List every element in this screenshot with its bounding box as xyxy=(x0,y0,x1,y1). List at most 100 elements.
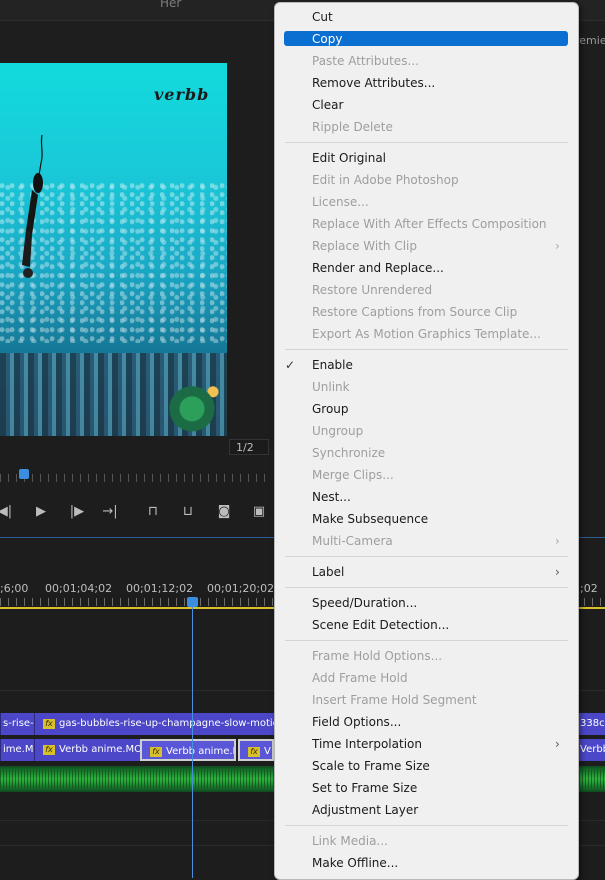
panel-tab-partial[interactable]: remie xyxy=(575,34,605,47)
step-back-icon[interactable]: ◀| xyxy=(0,496,16,528)
context-menu: Cut Copy Paste Attributes... Remove Attribu… xyxy=(274,2,579,880)
ruler-ticks xyxy=(0,474,272,482)
menu-item-field-options[interactable]: Field Options... xyxy=(275,711,578,733)
program-monitor-frame[interactable]: verbb xyxy=(0,63,227,436)
menu-item-label: Edit in Adobe Photoshop xyxy=(312,173,459,187)
menu-item-restore-unrendered: Restore Unrendered xyxy=(275,279,578,301)
menu-item-label: Nest... xyxy=(312,490,351,504)
menu-item-cut[interactable]: Cut xyxy=(275,6,578,28)
menu-item-restore-captions-from-source-clip: Restore Captions from Source Clip xyxy=(275,301,578,323)
menu-item-label: Speed/Duration... xyxy=(312,596,418,610)
menu-item-merge-clips: Merge Clips... xyxy=(275,464,578,486)
menu-item-insert-frame-hold-segment: Insert Frame Hold Segment xyxy=(275,689,578,711)
menu-item-set-to-frame-size[interactable]: Set to Frame Size xyxy=(275,777,578,799)
menu-item-label: Make Offline... xyxy=(312,856,399,870)
menu-item-group[interactable]: Group xyxy=(275,398,578,420)
timeline-clip-selected[interactable]: fx Verbb anime.M xyxy=(140,739,236,761)
timeline-clip[interactable]: s-rise- xyxy=(0,713,34,735)
menu-item-make-subsequence[interactable]: Make Subsequence xyxy=(275,508,578,530)
menu-item-remove-attributes[interactable]: Remove Attributes... xyxy=(275,72,578,94)
menu-item-label: Export As Motion Graphics Template... xyxy=(312,327,541,341)
menu-item-frame-hold-options: Frame Hold Options... xyxy=(275,645,578,667)
window-title: Her xyxy=(160,0,182,10)
menu-item-label: Copy xyxy=(312,32,343,46)
resolution-select[interactable]: 1/2 xyxy=(229,439,269,455)
timeline-clip[interactable]: fx Verbb anime.MOV xyxy=(34,739,140,761)
coral xyxy=(168,368,227,436)
menu-item-ungroup: Ungroup xyxy=(275,420,578,442)
menu-item-scene-edit-detection[interactable]: Scene Edit Detection... xyxy=(275,614,578,636)
timecode-label: ;02 xyxy=(580,582,598,595)
clip-name: Verbb a xyxy=(580,744,605,755)
menu-item-speed-duration[interactable]: Speed/Duration... xyxy=(275,592,578,614)
menu-item-add-frame-hold: Add Frame Hold xyxy=(275,667,578,689)
menu-item-edit-in-adobe-photoshop: Edit in Adobe Photoshop xyxy=(275,169,578,191)
monitor-playhead[interactable] xyxy=(19,469,29,479)
go-to-out-icon[interactable]: →| xyxy=(99,496,121,528)
menu-item-label: Replace With Clip xyxy=(312,239,418,253)
menu-separator xyxy=(285,825,568,826)
compare-icon[interactable]: ▣ xyxy=(248,496,270,528)
step-forward-icon[interactable]: |▶ xyxy=(66,496,88,528)
clip-name: s-rise- xyxy=(3,718,34,729)
timeline-clip-selected[interactable]: fx V xyxy=(238,739,274,761)
menu-item-label: Clear xyxy=(312,98,344,112)
checkmark-icon: ✓ xyxy=(285,358,296,372)
timecode-label: 00;01;04;02 xyxy=(45,582,113,595)
timeline-clip[interactable]: 338c9 xyxy=(577,713,605,735)
menu-item-label: Merge Clips... xyxy=(312,468,394,482)
chevron-right-icon: › xyxy=(555,239,560,253)
menu-item-label: Label xyxy=(312,565,345,579)
timeline-clip[interactable]: fx gas-bubbles-rise-up-champagne-slow-mot… xyxy=(34,713,274,735)
menu-separator xyxy=(285,349,568,350)
menu-item-label: Restore Captions from Source Clip xyxy=(312,305,518,319)
menu-item-label: Scale to Frame Size xyxy=(312,759,430,773)
timeline-clip[interactable]: Verbb a xyxy=(577,739,605,761)
menu-item-adjustment-layer[interactable]: Adjustment Layer xyxy=(275,799,578,821)
fx-badge-icon: fx xyxy=(248,747,260,757)
clip-name: ime.M xyxy=(3,744,34,755)
timecode-label: 00;01;12;02 xyxy=(126,582,194,595)
menu-item-clear[interactable]: Clear xyxy=(275,94,578,116)
menu-item-label: Link Media... xyxy=(312,834,388,848)
menu-item-label: Cut xyxy=(312,10,333,24)
extract-icon[interactable]: ⊔ xyxy=(177,496,199,528)
camera-icon[interactable]: ◙ xyxy=(213,496,235,528)
menu-item-synchronize: Synchronize xyxy=(275,442,578,464)
menu-item-label: Synchronize xyxy=(312,446,386,460)
menu-item-scale-to-frame-size[interactable]: Scale to Frame Size xyxy=(275,755,578,777)
menu-item-label: Frame Hold Options... xyxy=(312,649,443,663)
play-icon[interactable]: ▶ xyxy=(30,496,52,528)
menu-item-label[interactable]: Label › xyxy=(275,561,578,583)
menu-item-label: Time Interpolation xyxy=(312,737,422,751)
menu-item-edit-original[interactable]: Edit Original xyxy=(275,147,578,169)
lift-icon[interactable]: ⊓ xyxy=(142,496,164,528)
menu-item-label: Render and Replace... xyxy=(312,261,444,275)
menu-item-enable[interactable]: ✓ Enable xyxy=(275,354,578,376)
menu-item-paste-attributes: Paste Attributes... xyxy=(275,50,578,72)
menu-item-label: Ripple Delete xyxy=(312,120,393,134)
menu-item-label: Paste Attributes... xyxy=(312,54,419,68)
menu-item-render-and-replace[interactable]: Render and Replace... xyxy=(275,257,578,279)
menu-item-license: License... xyxy=(275,191,578,213)
fx-badge-icon: fx xyxy=(43,745,55,755)
clip-name: Verbb anime.MOV xyxy=(59,744,140,755)
menu-item-copy[interactable]: Copy xyxy=(275,28,578,50)
clip-name: 338c9 xyxy=(580,718,605,729)
menu-item-nest[interactable]: Nest... xyxy=(275,486,578,508)
clip-name: V xyxy=(264,746,271,757)
menu-item-label: Enable xyxy=(312,358,353,372)
menu-separator xyxy=(285,142,568,143)
menu-item-make-offline[interactable]: Make Offline... xyxy=(275,852,578,874)
menu-item-label: Add Frame Hold xyxy=(312,671,408,685)
diver-figure xyxy=(22,135,43,278)
monitor-timeline-ruler[interactable] xyxy=(0,468,272,484)
menu-item-label: Field Options... xyxy=(312,715,402,729)
timecode-label: 00;01;20;02 xyxy=(207,582,275,595)
timeline-clip[interactable]: ime.M xyxy=(0,739,34,761)
clip-name: gas-bubbles-rise-up-champagne-slow-motio… xyxy=(59,718,274,729)
menu-item-time-interpolation[interactable]: Time Interpolation › xyxy=(275,733,578,755)
menu-item-label: Adjustment Layer xyxy=(312,803,419,817)
menu-separator xyxy=(285,640,568,641)
fx-badge-icon: fx xyxy=(43,719,55,729)
